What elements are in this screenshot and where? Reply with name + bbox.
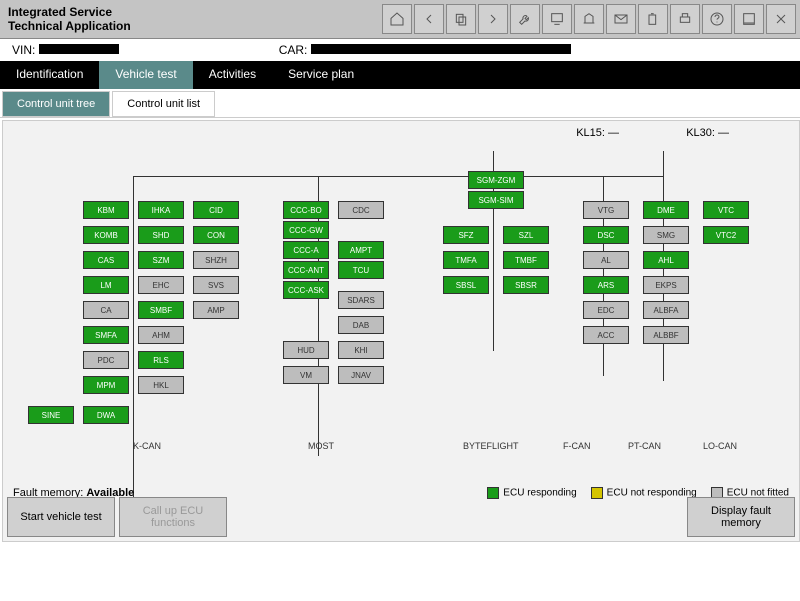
ecu-vm[interactable]: VM <box>283 366 329 384</box>
minimize-icon[interactable] <box>734 4 764 34</box>
ecu-ccc-gw[interactable]: CCC-GW <box>283 221 329 239</box>
ecu-shzh[interactable]: SHZH <box>193 251 239 269</box>
ecu-ars[interactable]: ARS <box>583 276 629 294</box>
ecu-ccc-ant[interactable]: CCC-ANT <box>283 261 329 279</box>
kl30-label: KL30: — <box>686 127 729 139</box>
ecu-tcu[interactable]: TCU <box>338 261 384 279</box>
ecu-dab[interactable]: DAB <box>338 316 384 334</box>
sub-tabs: Control unit tree Control unit list <box>0 89 800 118</box>
ecu-svs[interactable]: SVS <box>193 276 239 294</box>
ecu-ca[interactable]: CA <box>83 301 129 319</box>
ecu-con[interactable]: CON <box>193 226 239 244</box>
ecu-vtc2[interactable]: VTC2 <box>703 226 749 244</box>
forward-icon[interactable] <box>478 4 508 34</box>
ecu-smfa[interactable]: SMFA <box>83 326 129 344</box>
toolbar-icons <box>382 4 800 34</box>
ecu-dme[interactable]: DME <box>643 201 689 219</box>
ecu-komb[interactable]: KOMB <box>83 226 129 244</box>
ecu-sdars[interactable]: SDARS <box>338 291 384 309</box>
home-icon[interactable] <box>382 4 412 34</box>
ecu-tmbf[interactable]: TMBF <box>503 251 549 269</box>
start-vehicle-test-button[interactable]: Start vehicle test <box>7 497 115 537</box>
bottom-buttons: Start vehicle test Call up ECU functions… <box>7 497 795 537</box>
copy-icon[interactable] <box>446 4 476 34</box>
ecu-hud[interactable]: HUD <box>283 341 329 359</box>
ecu-ekps[interactable]: EKPS <box>643 276 689 294</box>
tab-vehicle-test[interactable]: Vehicle test <box>99 61 192 89</box>
ecu-shd[interactable]: SHD <box>138 226 184 244</box>
ecu-szl[interactable]: SZL <box>503 226 549 244</box>
ecu-pdc[interactable]: PDC <box>83 351 129 369</box>
ecu-ccc-ask[interactable]: CCC-ASK <box>283 281 329 299</box>
ecu-ihka[interactable]: IHKA <box>138 201 184 219</box>
bus-kcan: K-CAN <box>133 441 161 451</box>
subtab-unit-list[interactable]: Control unit list <box>112 91 215 117</box>
vin-label: VIN: <box>12 43 119 57</box>
tab-service-plan[interactable]: Service plan <box>272 61 370 89</box>
ecu-cdc[interactable]: CDC <box>338 201 384 219</box>
ecu-sgm-zgm[interactable]: SGM-ZGM <box>468 171 524 189</box>
ecu-dsc[interactable]: DSC <box>583 226 629 244</box>
car-label: CAR: <box>279 43 571 57</box>
ecu-hkl[interactable]: HKL <box>138 376 184 394</box>
display-fault-memory-button[interactable]: Display fault memory <box>687 497 795 537</box>
ecu-kbm[interactable]: KBM <box>83 201 129 219</box>
bus-byteflight: BYTEFLIGHT <box>463 441 519 451</box>
tab-identification[interactable]: Identification <box>0 61 99 89</box>
ecu-ehc[interactable]: EHC <box>138 276 184 294</box>
mail-icon[interactable] <box>606 4 636 34</box>
bus-most: MOST <box>308 441 334 451</box>
workshop-icon[interactable] <box>574 4 604 34</box>
ecu-vtg[interactable]: VTG <box>583 201 629 219</box>
kl15-label: KL15: — <box>576 127 619 139</box>
battery-icon[interactable] <box>638 4 668 34</box>
ecu-sbsr[interactable]: SBSR <box>503 276 549 294</box>
ecu-lm[interactable]: LM <box>83 276 129 294</box>
ecu-khi[interactable]: KHI <box>338 341 384 359</box>
tab-activities[interactable]: Activities <box>193 61 272 89</box>
device-icon[interactable] <box>542 4 572 34</box>
ecu-smbf[interactable]: SMBF <box>138 301 184 319</box>
bus-locan: LO-CAN <box>703 441 737 451</box>
ecu-vtc[interactable]: VTC <box>703 201 749 219</box>
vehicle-info-row: VIN: CAR: <box>0 39 800 61</box>
ecu-cas[interactable]: CAS <box>83 251 129 269</box>
ecu-szm[interactable]: SZM <box>138 251 184 269</box>
ecu-sfz[interactable]: SFZ <box>443 226 489 244</box>
ecu-ampt[interactable]: AMPT <box>338 241 384 259</box>
ecu-al[interactable]: AL <box>583 251 629 269</box>
app-title: Integrated Service Technical Application <box>0 3 139 35</box>
ecu-ccc-bo[interactable]: CCC-BO <box>283 201 329 219</box>
call-up-ecu-button: Call up ECU functions <box>119 497 227 537</box>
wrench-icon[interactable] <box>510 4 540 34</box>
ecu-amp[interactable]: AMP <box>193 301 239 319</box>
top-toolbar: Integrated Service Technical Application <box>0 0 800 39</box>
ecu-sbsl[interactable]: SBSL <box>443 276 489 294</box>
print-icon[interactable] <box>670 4 700 34</box>
ecu-jnav[interactable]: JNAV <box>338 366 384 384</box>
main-tabs: Identification Vehicle test Activities S… <box>0 61 800 89</box>
ecu-tree-canvas: KL15: — KL30: — KBM IHKA CID KOMB SHD CO… <box>2 120 800 542</box>
help-icon[interactable] <box>702 4 732 34</box>
back-icon[interactable] <box>414 4 444 34</box>
ecu-dwa[interactable]: DWA <box>83 406 129 424</box>
ecu-tmfa[interactable]: TMFA <box>443 251 489 269</box>
ecu-ahm[interactable]: AHM <box>138 326 184 344</box>
ecu-edc[interactable]: EDC <box>583 301 629 319</box>
ecu-albbf[interactable]: ALBBF <box>643 326 689 344</box>
ecu-sine[interactable]: SINE <box>28 406 74 424</box>
ecu-cid[interactable]: CID <box>193 201 239 219</box>
ecu-ccc-a[interactable]: CCC-A <box>283 241 329 259</box>
ecu-albfa[interactable]: ALBFA <box>643 301 689 319</box>
ecu-ahl[interactable]: AHL <box>643 251 689 269</box>
ecu-mpm[interactable]: MPM <box>83 376 129 394</box>
ecu-acc[interactable]: ACC <box>583 326 629 344</box>
close-icon[interactable] <box>766 4 796 34</box>
subtab-unit-tree[interactable]: Control unit tree <box>2 91 110 117</box>
bus-ptcan: PT-CAN <box>628 441 661 451</box>
ecu-smg[interactable]: SMG <box>643 226 689 244</box>
ecu-rls[interactable]: RLS <box>138 351 184 369</box>
bus-fcan: F-CAN <box>563 441 591 451</box>
ecu-sgm-sim[interactable]: SGM-SIM <box>468 191 524 209</box>
